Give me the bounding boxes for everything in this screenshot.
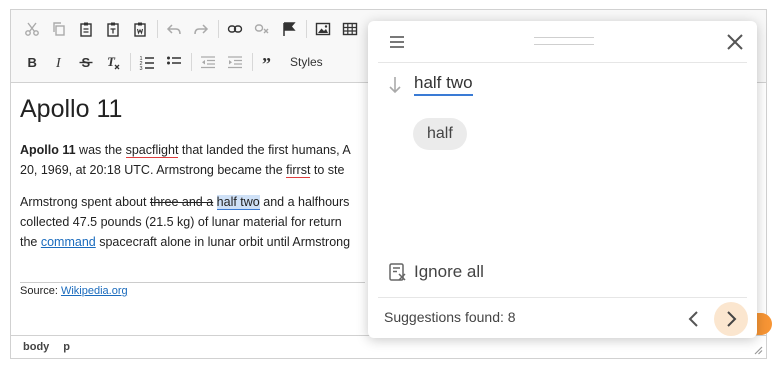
close-icon[interactable]: [724, 31, 746, 53]
command-link[interactable]: command: [41, 235, 96, 249]
misspelled-word[interactable]: spacflight: [125, 143, 179, 158]
styles-dropdown[interactable]: Styles: [290, 55, 323, 69]
suggestions-count: Suggestions found: 8: [384, 309, 516, 325]
svg-text:I: I: [55, 56, 62, 70]
source-line: Source: Wikipedia.org: [20, 285, 128, 297]
table-icon[interactable]: [338, 17, 362, 41]
outdent-icon[interactable]: [196, 50, 220, 74]
toolbar-separator: [252, 53, 253, 71]
path-body[interactable]: body: [23, 341, 49, 353]
spellcheck-panel: half two half Ignore all Suggestions fou…: [368, 21, 757, 338]
strikethrough-icon[interactable]: S: [74, 50, 98, 74]
toolbar-row-2: B I S T 123 ” Styles: [20, 50, 323, 74]
bold-icon[interactable]: B: [20, 50, 44, 74]
remove-format-icon[interactable]: T: [101, 50, 125, 74]
next-icon: [727, 311, 737, 327]
bulleted-list-icon[interactable]: [162, 50, 186, 74]
paste-word-icon[interactable]: [128, 17, 152, 41]
resize-handle-icon[interactable]: [753, 345, 763, 355]
toolbar-separator: [218, 20, 219, 38]
next-button[interactable]: [714, 302, 748, 336]
blockquote-icon[interactable]: ”: [257, 50, 281, 74]
numbered-list-icon[interactable]: 123: [135, 50, 159, 74]
bold-text: Apollo 11: [20, 143, 76, 157]
panel-header: [378, 21, 747, 63]
source-link[interactable]: Wikipedia.org: [61, 285, 128, 297]
spellcheck-badge[interactable]: [756, 313, 772, 335]
anchor-flag-icon[interactable]: [277, 17, 301, 41]
paste-icon[interactable]: [74, 17, 98, 41]
copy-icon[interactable]: [47, 17, 71, 41]
toolbar-separator: [306, 20, 307, 38]
toolbar-separator: [130, 53, 131, 71]
menu-icon[interactable]: [388, 33, 406, 51]
panel-footer: Suggestions found: 8: [378, 297, 748, 339]
indent-icon[interactable]: [223, 50, 247, 74]
misspelled-word[interactable]: firrst: [286, 163, 311, 178]
paste-text-icon[interactable]: [101, 17, 125, 41]
svg-text:T: T: [107, 54, 116, 69]
cut-icon[interactable]: [20, 17, 44, 41]
horizontal-rule: [20, 282, 365, 283]
link-icon[interactable]: [223, 17, 247, 41]
arrow-down-icon: [389, 76, 401, 93]
suggestion-chip[interactable]: half: [413, 118, 467, 150]
drag-handle[interactable]: [534, 37, 594, 45]
ignore-all-button[interactable]: Ignore all: [388, 262, 484, 282]
svg-text:B: B: [28, 55, 37, 70]
svg-text:”: ”: [262, 54, 271, 70]
image-icon[interactable]: [311, 17, 335, 41]
path-p[interactable]: p: [63, 341, 70, 353]
undo-icon[interactable]: [162, 17, 186, 41]
redo-icon[interactable]: [189, 17, 213, 41]
misspelled-word-row: half two: [388, 73, 473, 96]
previous-icon[interactable]: [682, 308, 706, 330]
struck-text: three and a: [149, 195, 214, 209]
toolbar-row-1: [20, 17, 365, 41]
svg-text:3: 3: [140, 66, 143, 70]
toolbar-separator: [191, 53, 192, 71]
italic-icon[interactable]: I: [47, 50, 71, 74]
ignore-all-icon: [389, 263, 406, 281]
unlink-icon[interactable]: [250, 17, 274, 41]
current-error-highlight[interactable]: half two: [216, 195, 260, 210]
flagged-word: half two: [414, 73, 473, 96]
ignore-all-label: Ignore all: [414, 262, 484, 281]
toolbar-separator: [157, 20, 158, 38]
